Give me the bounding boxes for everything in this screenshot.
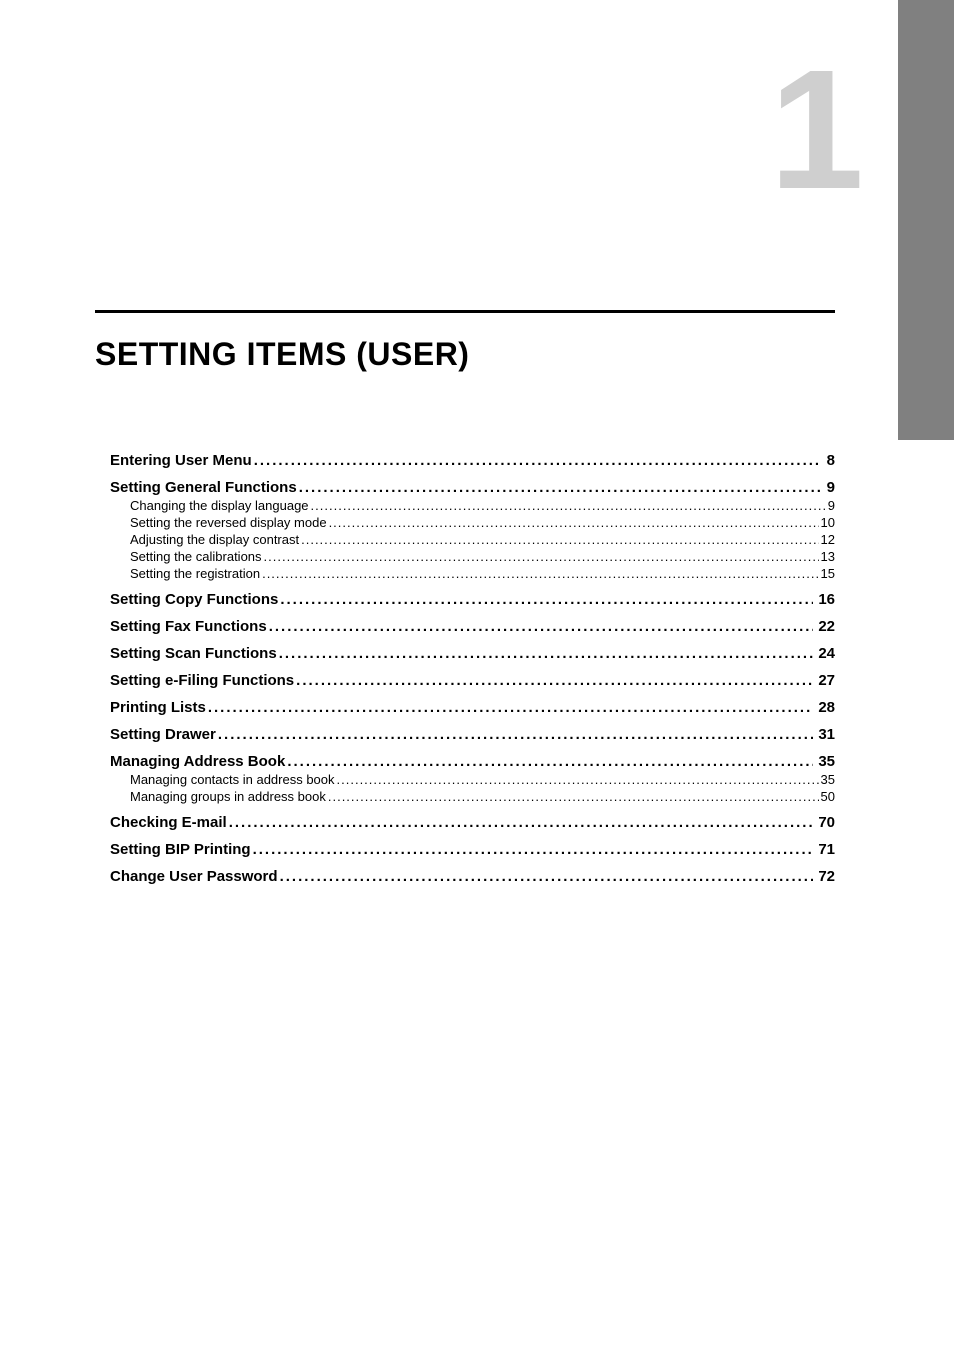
toc-label: Managing contacts in address book — [130, 772, 335, 787]
toc-entry[interactable]: Managing groups in address book 50 — [110, 789, 835, 804]
toc-entry[interactable]: Setting the registration 15 — [110, 566, 835, 581]
toc-page: 31 — [815, 726, 835, 743]
toc-entry[interactable]: Printing Lists 28 — [110, 699, 835, 716]
toc-label: Managing Address Book — [110, 753, 285, 770]
toc-leader-dots — [311, 498, 826, 513]
toc-entry[interactable]: Setting the calibrations 13 — [110, 549, 835, 564]
toc-label: Changing the display language — [130, 498, 309, 513]
toc-page: 35 — [821, 772, 835, 787]
toc-label: Setting the registration — [130, 566, 260, 581]
toc-leader-dots — [280, 591, 813, 608]
toc-entry[interactable]: Setting Fax Functions 22 — [110, 618, 835, 635]
chapter-side-tab — [898, 0, 954, 440]
toc-page: 16 — [815, 591, 835, 608]
toc-label: Setting the reversed display mode — [130, 515, 327, 530]
toc-label: Checking E-mail — [110, 814, 227, 831]
title-underline — [95, 310, 835, 313]
toc-page: 15 — [821, 566, 835, 581]
toc-label: Setting BIP Printing — [110, 841, 251, 858]
toc-entry[interactable]: Setting BIP Printing 71 — [110, 841, 835, 858]
toc-entry[interactable]: Setting Drawer 31 — [110, 726, 835, 743]
toc-leader-dots — [328, 789, 819, 804]
toc-leader-dots — [264, 549, 819, 564]
toc-label: Change User Password — [110, 868, 278, 885]
toc-label: Setting e-Filing Functions — [110, 672, 294, 689]
toc-leader-dots — [262, 566, 818, 581]
toc-page: 28 — [815, 699, 835, 716]
toc-page: 71 — [815, 841, 835, 858]
toc-leader-dots — [299, 479, 822, 496]
toc-entry[interactable]: Setting the reversed display mode 10 — [110, 515, 835, 530]
toc-entry[interactable]: Setting Copy Functions 16 — [110, 591, 835, 608]
toc-label: Setting Fax Functions — [110, 618, 267, 635]
toc-page: 10 — [821, 515, 835, 530]
toc-page: 35 — [815, 753, 835, 770]
toc-leader-dots — [329, 515, 819, 530]
toc-leader-dots — [208, 699, 813, 716]
toc-entry[interactable]: Setting e-Filing Functions 27 — [110, 672, 835, 689]
toc-page: 8 — [824, 452, 835, 469]
toc-label: Adjusting the display contrast — [130, 532, 299, 547]
toc-entry[interactable]: Change User Password 72 — [110, 868, 835, 885]
toc-leader-dots — [301, 532, 818, 547]
toc-page: 12 — [821, 532, 835, 547]
toc-label: Entering User Menu — [110, 452, 252, 469]
toc-leader-dots — [296, 672, 813, 689]
toc-entry[interactable]: Changing the display language 9 — [110, 498, 835, 513]
toc-page: 13 — [821, 549, 835, 564]
toc-entry[interactable]: Managing contacts in address book 35 — [110, 772, 835, 787]
table-of-contents: Entering User Menu 8 Setting General Fun… — [110, 452, 835, 885]
toc-page: 72 — [815, 868, 835, 885]
toc-entry[interactable]: Adjusting the display contrast 12 — [110, 532, 835, 547]
toc-label: Printing Lists — [110, 699, 206, 716]
toc-leader-dots — [280, 868, 814, 885]
toc-label: Managing groups in address book — [130, 789, 326, 804]
toc-leader-dots — [218, 726, 813, 743]
toc-leader-dots — [253, 841, 814, 858]
toc-leader-dots — [337, 772, 819, 787]
toc-label: Setting Drawer — [110, 726, 216, 743]
toc-page: 22 — [815, 618, 835, 635]
toc-page: 27 — [815, 672, 835, 689]
toc-page: 24 — [815, 645, 835, 662]
toc-label: Setting General Functions — [110, 479, 297, 496]
toc-entry[interactable]: Setting Scan Functions 24 — [110, 645, 835, 662]
toc-label: Setting Scan Functions — [110, 645, 277, 662]
toc-entry[interactable]: Checking E-mail 70 — [110, 814, 835, 831]
toc-entry[interactable]: Entering User Menu 8 — [110, 452, 835, 469]
toc-leader-dots — [229, 814, 814, 831]
toc-leader-dots — [279, 645, 814, 662]
chapter-title: SETTING ITEMS (USER) — [95, 336, 469, 373]
toc-page: 50 — [821, 789, 835, 804]
chapter-number: 1 — [769, 45, 864, 215]
toc-leader-dots — [287, 753, 813, 770]
toc-page: 9 — [824, 479, 835, 496]
toc-page: 9 — [828, 498, 835, 513]
toc-label: Setting Copy Functions — [110, 591, 278, 608]
toc-entry[interactable]: Managing Address Book 35 — [110, 753, 835, 770]
toc-leader-dots — [254, 452, 822, 469]
toc-leader-dots — [269, 618, 814, 635]
toc-entry[interactable]: Setting General Functions 9 — [110, 479, 835, 496]
toc-label: Setting the calibrations — [130, 549, 262, 564]
toc-page: 70 — [815, 814, 835, 831]
